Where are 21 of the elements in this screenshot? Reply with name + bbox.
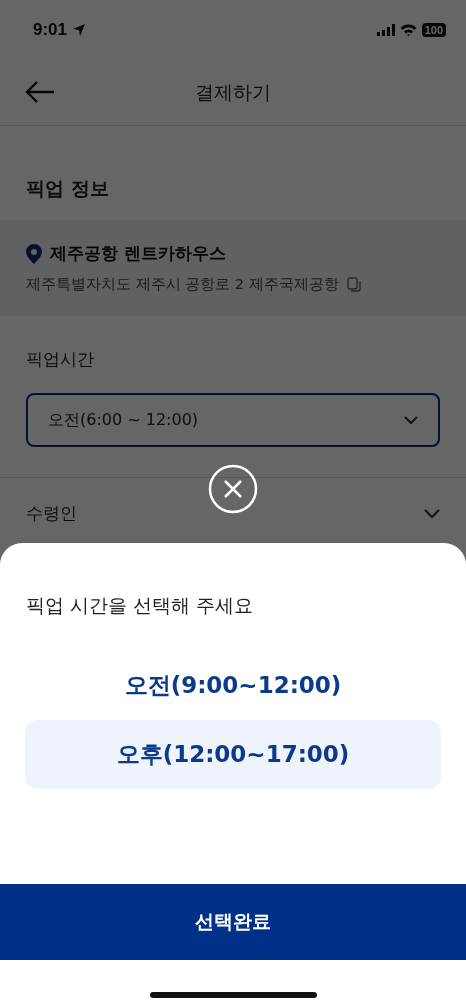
chevron-down-icon	[404, 415, 418, 425]
time-option[interactable]: 오전(9:00~12:00)	[25, 651, 441, 720]
confirm-button[interactable]: 선택완료	[0, 884, 466, 960]
recipient-label: 수령인	[26, 502, 77, 525]
address-text: 제주특별자치도 제주시 공항로 2 제주국제공항	[26, 275, 339, 294]
wifi-icon	[399, 24, 417, 36]
location-arrow-icon	[72, 23, 87, 37]
chevron-down-icon[interactable]	[424, 508, 440, 519]
sheet-prompt: 픽업 시간을 선택해 주세요	[26, 593, 255, 618]
battery-level: 100	[421, 23, 446, 37]
copy-icon[interactable]	[346, 276, 361, 293]
close-icon[interactable]	[208, 464, 258, 514]
section-heading: 픽업 정보	[26, 177, 109, 199]
page-title: 결제하기	[195, 79, 271, 105]
field-label: 픽업시간	[26, 348, 95, 371]
signal-icon	[376, 24, 395, 36]
map-pin-icon	[26, 243, 42, 264]
time-option[interactable]: 오후(12:00~17:00)	[25, 720, 441, 789]
place-name: 제주공항 렌트카하우스	[50, 242, 226, 265]
back-arrow-icon[interactable]	[24, 80, 56, 104]
status-time: 9:01	[33, 20, 68, 40]
